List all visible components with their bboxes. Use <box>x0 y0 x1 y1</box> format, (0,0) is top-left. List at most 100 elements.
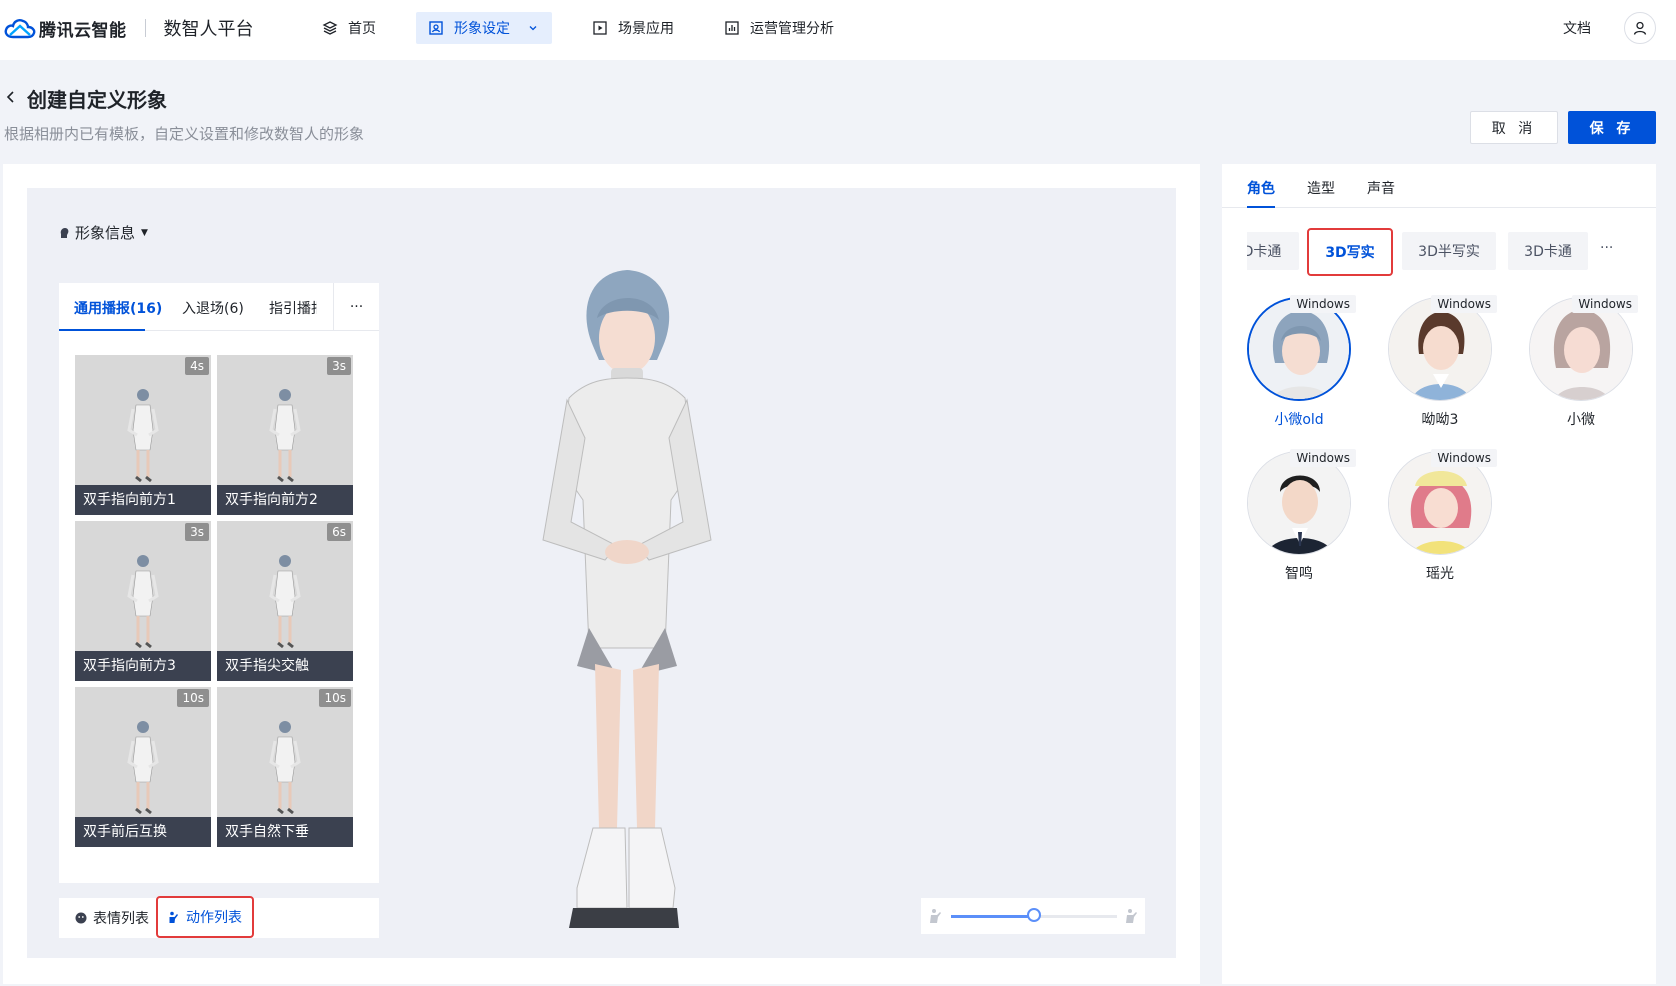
save-button[interactable]: 保 存 <box>1568 111 1656 144</box>
avatar-thumbnail-icon <box>127 555 159 649</box>
more-categories-button[interactable]: ··· <box>1600 240 1613 256</box>
role-name: 呦呦3 <box>1421 412 1459 428</box>
nav-operations[interactable]: 运营管理分析 <box>712 12 846 44</box>
avatar-thumbnail-icon <box>127 389 159 483</box>
role-card[interactable]: Windows 小微old <box>1244 295 1356 429</box>
motion-card[interactable]: 10s 双手自然下垂 <box>217 687 353 847</box>
duration-badge: 10s <box>319 689 351 707</box>
duration-badge: 3s <box>185 523 209 541</box>
avatar-thumbnail-icon <box>127 721 159 815</box>
user-icon <box>1633 21 1647 35</box>
role-portrait-icon <box>1389 452 1491 554</box>
back-arrow-icon[interactable] <box>4 88 18 106</box>
role-card[interactable]: Windows 瑶光 <box>1385 449 1497 583</box>
duration-badge: 10s <box>177 689 209 707</box>
motion-card[interactable]: 4s 双手指向前方1 <box>75 355 211 515</box>
tab-styling[interactable]: 造型 <box>1307 178 1335 198</box>
editor-card: 形象信息 ▼ 通用播报(16) 入退场(6) 指引播报 ··· 4s 双手指向前… <box>3 164 1200 984</box>
action-list-button[interactable]: 动作列表 <box>156 896 254 938</box>
layers-icon <box>322 21 338 35</box>
role-portrait-icon <box>1530 298 1632 400</box>
platform-tag: Windows <box>1290 295 1356 313</box>
portrait-icon <box>429 21 443 35</box>
category-chip-cartoon-clipped[interactable]: D卡通 <box>1247 232 1299 270</box>
motion-card[interactable]: 3s 双手指向前方3 <box>75 521 211 681</box>
zoom-slider-handle[interactable] <box>1027 908 1041 922</box>
tab-guide-broadcast[interactable]: 指引播报 <box>269 298 317 318</box>
nav-operations-label: 运营管理分析 <box>750 21 834 37</box>
nav-avatar-settings[interactable]: 形象设定 <box>416 12 552 44</box>
expression-list-label: 表情列表 <box>93 911 149 927</box>
role-name: 智鸣 <box>1285 566 1313 582</box>
product-name: 数智人平台 <box>163 19 254 40</box>
platform-tag: Windows <box>1431 449 1497 467</box>
category-chip-3d-cartoon[interactable]: 3D卡通 <box>1508 232 1588 270</box>
duration-badge: 3s <box>327 357 351 375</box>
motion-tabs: 通用播报(16) 入退场(6) 指引播报 ··· <box>59 283 379 331</box>
zoom-in-person-icon[interactable] <box>1123 908 1139 924</box>
motion-name: 双手指向前方3 <box>75 651 211 681</box>
avatar-stage: 形象信息 ▼ 通用播报(16) 入退场(6) 指引播报 ··· 4s 双手指向前… <box>27 188 1176 958</box>
expression-list-button[interactable]: 表情列表 <box>75 898 149 938</box>
avatar-thumbnail-icon <box>269 389 301 483</box>
more-tabs-button[interactable]: ··· <box>333 283 379 331</box>
tab-role[interactable]: 角色 <box>1247 178 1275 198</box>
nav-scene-apps[interactable]: 场景应用 <box>580 12 686 44</box>
chevron-down-icon <box>529 26 537 31</box>
nav-home[interactable]: 首页 <box>310 12 388 44</box>
tab-voice[interactable]: 声音 <box>1367 178 1395 198</box>
list-toggle-bar: 表情列表 动作列表 <box>59 896 379 938</box>
platform-tag: Windows <box>1290 449 1356 467</box>
motion-card[interactable]: 10s 双手前后互换 <box>75 687 211 847</box>
tab-guide-broadcast-wrap: 指引播报 <box>269 283 317 331</box>
tab-enter-exit[interactable]: 入退场(6) <box>182 298 244 318</box>
head-icon <box>60 227 69 238</box>
avatar-info-label: 形象信息 <box>75 224 136 242</box>
motion-list-panel: 通用播报(16) 入退场(6) 指引播报 ··· 4s 双手指向前方1 3s 双… <box>59 283 379 883</box>
digital-human-avatar-icon <box>542 270 712 928</box>
role-name: 瑶光 <box>1426 566 1454 582</box>
motion-card[interactable]: 6s 双手指尖交触 <box>217 521 353 681</box>
docs-link[interactable]: 文档 <box>1563 18 1591 38</box>
avatar-thumbnail-icon <box>269 555 301 649</box>
avatar-info-dropdown[interactable]: 形象信息 ▼ <box>59 222 148 243</box>
role-selector-panel: 角色 造型 声音 D卡通 3D写实 3D半写实 3D卡通 ··· Windows… <box>1222 164 1656 984</box>
brand-logo[interactable]: 腾讯云智能 数智人平台 <box>4 14 254 42</box>
nav-scene-apps-label: 场景应用 <box>618 21 674 37</box>
motion-name: 双手指向前方1 <box>75 485 211 515</box>
side-tabs: 角色 造型 声音 <box>1222 164 1656 208</box>
page-title: 创建自定义形象 <box>27 88 167 112</box>
category-chip-partial[interactable]: D卡通 <box>1247 232 1299 270</box>
role-portrait-icon <box>1249 299 1349 399</box>
action-list-label: 动作列表 <box>186 910 242 926</box>
zoom-slider[interactable] <box>921 898 1145 934</box>
nav-avatar-settings-label: 形象设定 <box>454 21 510 37</box>
user-avatar-button[interactable] <box>1624 12 1656 44</box>
page-subtitle: 根据相册内已有模板，自定义设置和修改数智人的形象 <box>4 125 365 143</box>
tab-general-broadcast[interactable]: 通用播报(16) <box>74 298 162 318</box>
person-gesture-icon <box>169 911 178 923</box>
face-icon <box>75 912 87 924</box>
chart-icon <box>725 21 739 35</box>
zoom-out-person-icon[interactable] <box>927 908 943 924</box>
motion-name: 双手前后互换 <box>75 817 211 847</box>
role-card[interactable]: Windows 小微 <box>1526 295 1638 429</box>
motion-name: 双手指尖交触 <box>217 651 353 681</box>
play-icon <box>593 21 607 35</box>
role-name: 小微 <box>1567 412 1595 428</box>
role-card[interactable]: Windows 智鸣 <box>1244 449 1356 583</box>
duration-badge: 6s <box>327 523 351 541</box>
avatar-thumbnail-icon <box>269 721 301 815</box>
category-chip-3d-semi-realistic[interactable]: 3D半写实 <box>1402 232 1496 270</box>
role-portrait-icon <box>1248 452 1350 554</box>
motion-name: 双手指向前方2 <box>217 485 353 515</box>
cancel-button[interactable]: 取 消 <box>1470 111 1558 144</box>
tencent-cloud-logo-icon <box>4 19 36 39</box>
motion-card[interactable]: 3s 双手指向前方2 <box>217 355 353 515</box>
nav-home-label: 首页 <box>348 21 376 37</box>
duration-badge: 4s <box>185 357 209 375</box>
category-chip-3d-realistic[interactable]: 3D写实 <box>1307 228 1393 276</box>
role-card[interactable]: Windows 呦呦3 <box>1385 295 1497 429</box>
caret-down-icon: ▼ <box>141 227 148 238</box>
zoom-track-fill <box>951 915 1034 918</box>
